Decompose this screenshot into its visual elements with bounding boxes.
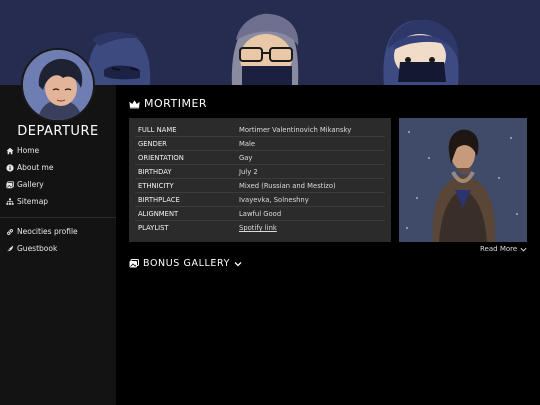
info-row-full-name: FULL NAME Mortimer Valentinovich Mikansk… (135, 123, 385, 137)
feather-icon (6, 245, 14, 252)
nav-item-label: Sitemap (17, 197, 49, 206)
info-key: ETHNICITY (138, 181, 174, 190)
info-key: ORIENTATION (138, 153, 184, 162)
home-icon (6, 147, 14, 154)
info-key: ALIGNMENT (138, 209, 179, 218)
info-row-birthplace: BIRTHPLACE Ivayevka, Solneshny (135, 193, 385, 207)
nav-item-label: Gallery (17, 180, 44, 189)
info-value: Mortimer Valentinovich Mikansky (239, 125, 352, 134)
nav-item-label: About me (17, 163, 54, 172)
site-title[interactable]: DEPARTURE (0, 124, 116, 139)
nav-item-label: Guestbook (17, 244, 58, 253)
info-key: GENDER (138, 139, 167, 148)
gallery-icon (129, 259, 139, 268)
main-content: MORTIMER FULL NAME Mortimer Valentinovic… (116, 85, 540, 405)
nav-item-about-me[interactable]: About me (6, 159, 112, 176)
info-key: PLAYLIST (138, 224, 169, 232)
info-value: Gay (239, 153, 253, 162)
chevron-down-icon (520, 247, 527, 252)
info-row-gender: GENDER Male (135, 137, 385, 151)
playlist-link[interactable]: Spotify link (239, 224, 277, 232)
bonus-gallery-toggle[interactable]: BONUS GALLERY (129, 258, 246, 269)
info-key: BIRTHDAY (138, 167, 172, 176)
nav-secondary: Neocities profile Guestbook (6, 223, 112, 257)
info-value: Mixed (Russian and Mestizo) (239, 181, 336, 190)
info-value: Male (239, 139, 256, 148)
info-value: July 2 (239, 167, 258, 176)
sitemap-icon (6, 197, 14, 205)
page-title: MORTIMER (129, 97, 207, 110)
info-icon (6, 163, 14, 172)
info-key: BIRTHPLACE (138, 195, 180, 204)
nav-item-sitemap[interactable]: Sitemap (6, 193, 112, 210)
page-title-text: MORTIMER (144, 97, 208, 110)
info-value: Lawful Good (239, 209, 282, 218)
nav-primary: Home About me Gallery Sitemap (6, 142, 112, 210)
nav-item-label: Neocities profile (17, 227, 78, 236)
nav-item-home[interactable]: Home (6, 142, 112, 159)
portrait-illustration (399, 118, 527, 242)
character-portrait[interactable] (399, 118, 527, 242)
info-key: FULL NAME (138, 125, 177, 134)
gallery-icon (6, 180, 14, 188)
nav-item-label: Home (17, 146, 40, 155)
info-row-alignment: ALIGNMENT Lawful Good (135, 207, 385, 221)
nav-item-gallery[interactable]: Gallery (6, 176, 112, 193)
nav-item-guestbook[interactable]: Guestbook (6, 240, 112, 257)
read-more-button[interactable]: Read More (480, 245, 527, 253)
info-row-ethnicity: ETHNICITY Mixed (Russian and Mestizo) (135, 179, 385, 193)
profile-info-table: FULL NAME Mortimer Valentinovich Mikansk… (129, 118, 391, 242)
chevron-down-icon (234, 261, 242, 266)
nav-divider (0, 217, 116, 218)
link-icon (7, 228, 13, 235)
info-row-playlist: PLAYLIST Spotify link (135, 221, 385, 235)
read-more-label: Read More (480, 245, 518, 253)
avatar[interactable] (21, 48, 95, 122)
bonus-gallery-label: BONUS GALLERY (143, 258, 230, 269)
info-value: Ivayevka, Solneshny (239, 195, 309, 204)
crown-icon (129, 99, 140, 108)
nav-item-neocities-profile[interactable]: Neocities profile (6, 223, 112, 240)
info-row-orientation: ORIENTATION Gay (135, 151, 385, 165)
info-row-birthday: BIRTHDAY July 2 (135, 165, 385, 179)
